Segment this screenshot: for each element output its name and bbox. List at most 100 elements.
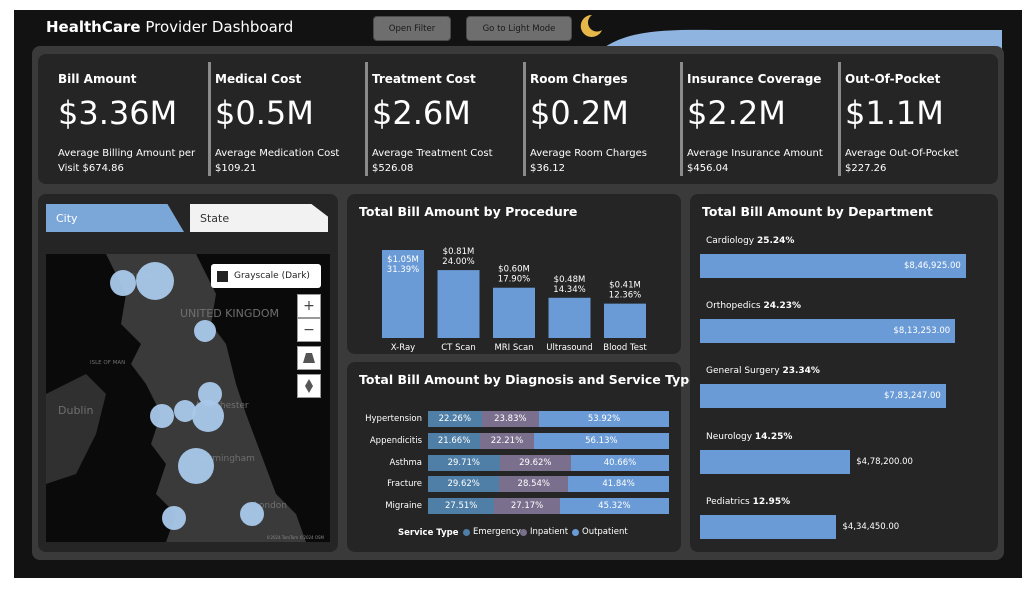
kpi-subtext: Average Billing Amount per Visit $674.86 (58, 148, 196, 174)
procedure-value-label: $0.41M (609, 281, 641, 291)
kpi-divider (208, 62, 211, 176)
compass-button[interactable] (297, 374, 321, 398)
kpi-value: $1.1M (845, 94, 944, 132)
legend-outpatient[interactable]: Outpatient (572, 527, 628, 537)
legend-emergency[interactable]: Emergency (463, 527, 521, 537)
zoom-out-button[interactable]: − (297, 318, 321, 342)
department-chart: Cardiology 25.24% $8,46,925.00 Orthopedics… (690, 194, 998, 552)
tab-state[interactable]: State (190, 204, 328, 232)
procedure-category-label: Ultrasound (546, 343, 592, 353)
kpi-bill-amount: Bill Amount $3.36M Average Billing Amoun… (58, 62, 208, 176)
procedure-category-label: MRI Scan (494, 343, 533, 353)
department-card: Total Bill Amount by Department Cardiolo… (690, 194, 998, 552)
procedure-percent-label: 12.36% (609, 291, 641, 301)
department-label: General Surgery 23.34% (706, 366, 820, 376)
diagnosis-segment-emergency[interactable]: 29.71% (428, 454, 500, 471)
procedure-percent-label: 31.39% (387, 265, 419, 275)
diagnosis-category-label: Appendicitis (369, 435, 422, 446)
legend-dot-icon (463, 528, 470, 536)
procedure-bar[interactable] (604, 303, 646, 338)
diagnosis-category-label: Fracture (387, 479, 422, 490)
map-style-picker[interactable]: Grayscale (Dark) (211, 264, 321, 288)
page-title: HealthCare Provider Dashboard (46, 18, 293, 36)
kpi-strip: Bill Amount $3.36M Average Billing Amoun… (38, 54, 998, 184)
city-bubble[interactable] (178, 448, 214, 484)
kpi-value: $3.36M (58, 94, 178, 132)
kpi-label: Bill Amount (58, 72, 137, 86)
diagnosis-segment-outpatient[interactable]: 40.66% (570, 454, 669, 471)
tilt-button[interactable] (297, 346, 321, 370)
legend-dot-icon (572, 528, 579, 536)
department-bar[interactable] (700, 449, 851, 474)
map-landmass (46, 254, 306, 542)
legend-dot-icon (520, 528, 527, 536)
dashboard-frame: HealthCare Provider Dashboard Open Filte… (14, 10, 1022, 578)
zoom-in-button[interactable]: + (297, 294, 321, 318)
kpi-divider (523, 62, 526, 176)
diagnosis-segment-emergency[interactable]: 21.66% (428, 432, 481, 449)
department-percent: 25.24% (756, 236, 795, 246)
diagnosis-segment-outpatient[interactable]: 56.13% (533, 432, 669, 449)
diagnosis-segment-outpatient[interactable]: 41.84% (568, 476, 669, 493)
diagnosis-segment-inpatient[interactable]: 28.54% (499, 476, 569, 493)
procedure-value-label: $0.48M (554, 275, 586, 285)
diagnosis-segment-outpatient[interactable]: 53.92% (539, 411, 669, 427)
procedure-bar[interactable] (548, 297, 591, 338)
diagnosis-category-label: Asthma (389, 457, 422, 468)
legend-label: Inpatient (530, 527, 569, 537)
kpi-label: Room Charges (530, 72, 628, 86)
city-bubble[interactable] (194, 320, 216, 342)
kpi-label: Medical Cost (215, 72, 302, 86)
diagnosis-segment-inpatient[interactable]: 23.83% (481, 411, 540, 427)
kpi-label: Out-Of-Pocket (845, 72, 941, 86)
kpi-subtext: Average Room Charges $36.12 (530, 148, 647, 174)
city-bubble[interactable] (240, 502, 264, 526)
light-mode-button[interactable]: Go to Light Mode (466, 16, 572, 41)
kpi-value: $0.2M (530, 94, 629, 132)
map-card: City State Glasgow UNITED KINGDOM ISLE O… (38, 194, 338, 552)
diagnosis-segment-outpatient[interactable]: 45.32% (559, 498, 669, 515)
kpi-label: Treatment Cost (372, 72, 476, 86)
department-name: Neurology (706, 431, 755, 442)
city-bubble[interactable] (162, 506, 186, 530)
diagnosis-segment-emergency[interactable]: 22.26% (428, 411, 482, 427)
diagnosis-segment-inpatient[interactable]: 22.21% (480, 432, 534, 449)
kpi-subtext: Average Insurance Amount $456.04 (687, 148, 823, 174)
procedure-bar[interactable] (493, 287, 535, 338)
city-bubble[interactable] (150, 404, 174, 428)
department-value-label: $7,83,247.00 (884, 391, 941, 402)
city-bubble[interactable] (136, 262, 174, 300)
department-label: Neurology 14.25% (706, 432, 792, 442)
procedure-value-label: $0.81M (443, 247, 475, 257)
diagnosis-segment-inpatient[interactable]: 27.17% (494, 498, 560, 515)
city-bubble[interactable] (192, 400, 224, 432)
city-bubble[interactable] (110, 270, 136, 296)
procedure-chart: $1.05M31.39% X-Ray $0.81M24.00% CT Scan $0.6… (382, 247, 647, 353)
procedure-bar[interactable] (437, 270, 480, 338)
diagnosis-card: Total Bill Amount by Diagnosis and Servi… (347, 362, 698, 552)
kpi-insurance-coverage: Insurance Coverage $2.2M Average Insuran… (680, 62, 837, 176)
diagnosis-segment-emergency[interactable]: 29.62% (428, 476, 500, 493)
diagnosis-chart: Hypertension 22.26% 23.83% 53.92% Appendicit… (347, 362, 681, 552)
map-style-label: Grayscale (Dark) (234, 271, 310, 281)
diagnosis-segment-inpatient[interactable]: 29.62% (499, 454, 571, 471)
title-rest: Provider Dashboard (145, 18, 294, 36)
department-label: Pediatrics 12.95% (706, 497, 790, 507)
department-label: Cardiology 25.24% (706, 236, 794, 246)
title-bold: HealthCare (46, 18, 141, 36)
department-percent: 23.34% (782, 366, 820, 377)
legend-inpatient[interactable]: Inpatient (520, 527, 568, 537)
department-bar[interactable] (700, 514, 837, 539)
diagnosis-category-label: Migraine (385, 501, 422, 512)
kpi-divider (365, 62, 368, 176)
legend-label: Outpatient (582, 527, 628, 537)
procedure-category-label: X-Ray (391, 343, 415, 353)
map-view[interactable]: Glasgow UNITED KINGDOM ISLE OF MAN Dubli… (46, 254, 330, 542)
diagnosis-segment-emergency[interactable]: 27.51% (428, 498, 495, 515)
tab-city[interactable]: City (46, 204, 184, 232)
department-name: Pediatrics (706, 496, 753, 507)
department-value-label: $4,34,450.00 (842, 521, 900, 532)
procedure-value-label: $1.05M (387, 255, 419, 265)
kpi-value: $2.2M (687, 94, 786, 132)
open-filter-button[interactable]: Open Filter (373, 16, 451, 41)
